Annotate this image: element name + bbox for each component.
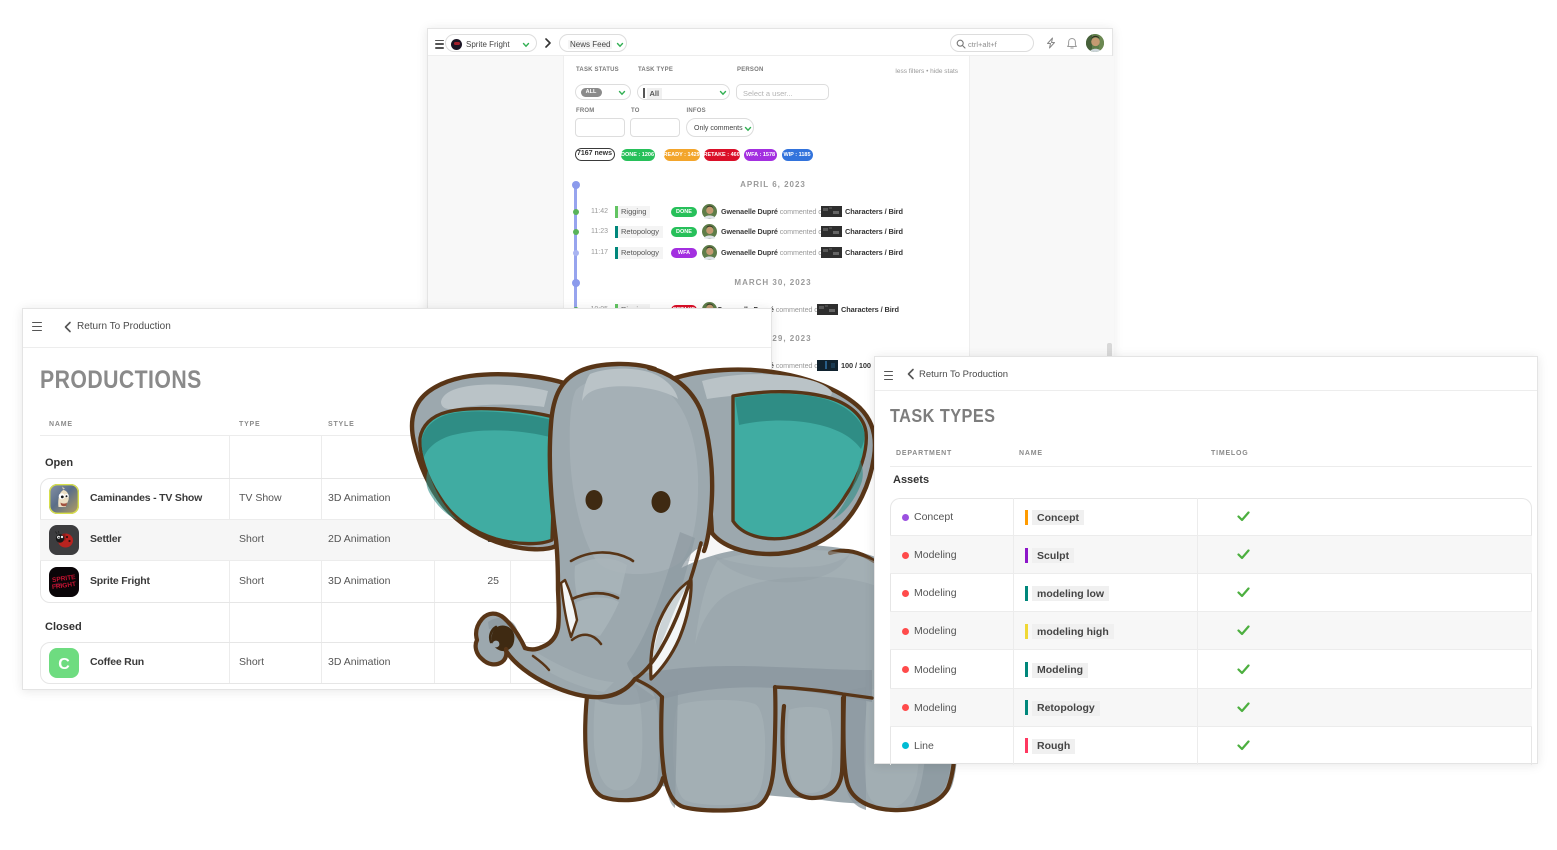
svg-text:C: C [58, 656, 70, 673]
